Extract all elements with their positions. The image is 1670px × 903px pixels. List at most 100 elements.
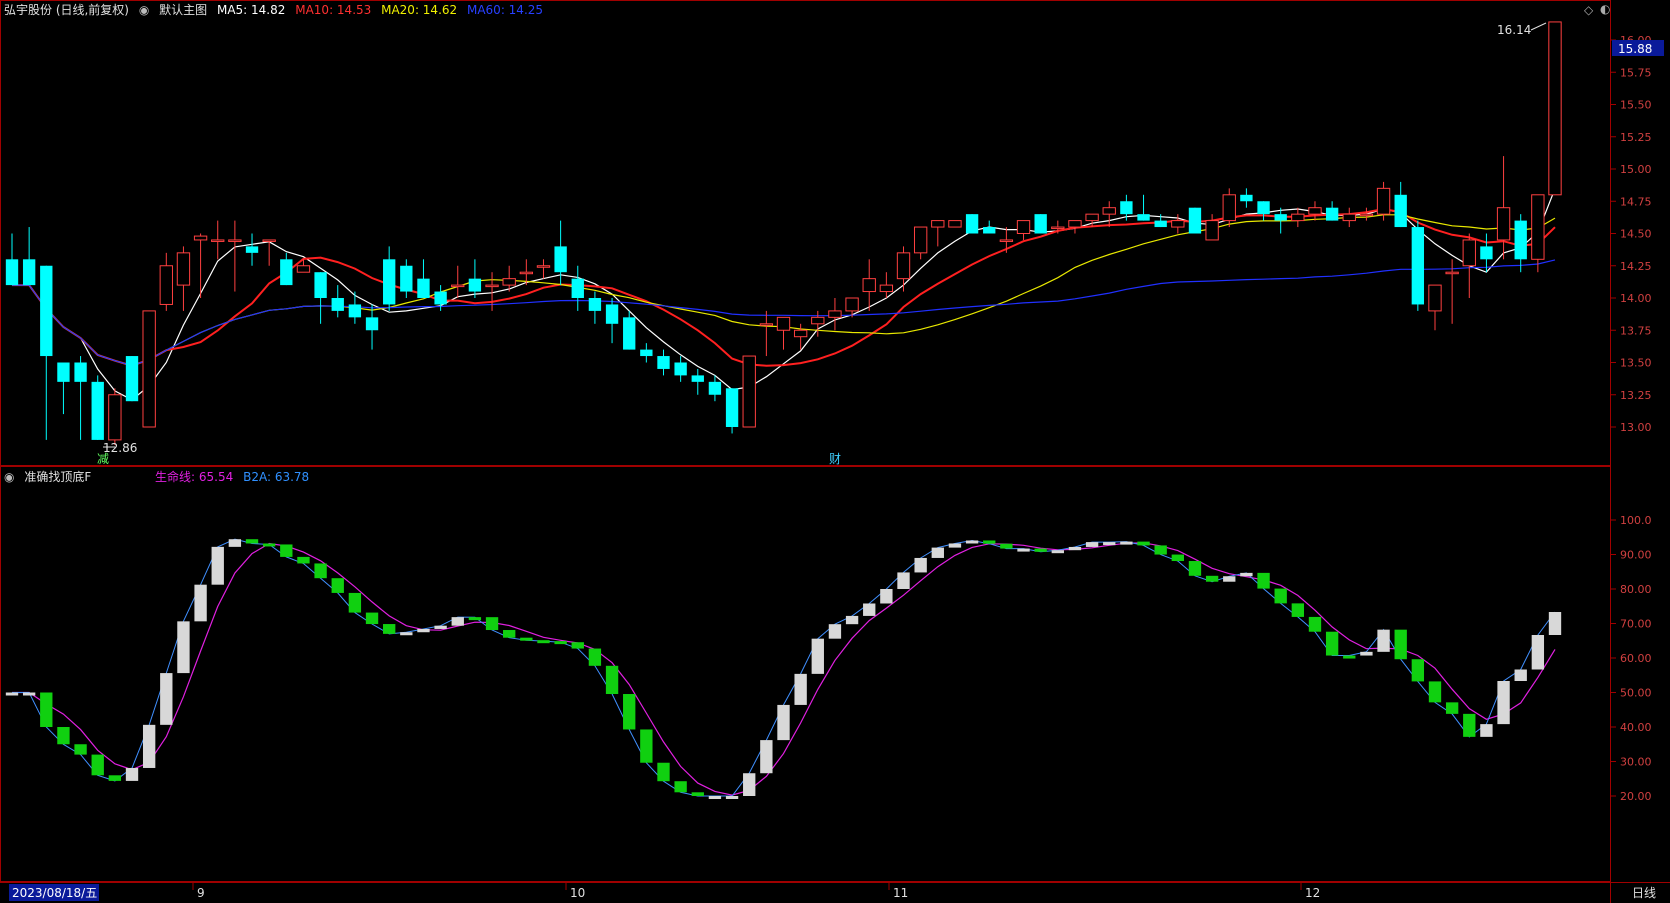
indicator-bar-rising: [914, 557, 927, 573]
life-line: [12, 542, 1556, 796]
period-label[interactable]: 日线: [1632, 886, 1656, 900]
indicator-bar-rising: [1360, 651, 1373, 656]
indicator-bar-falling: [40, 692, 53, 727]
indicator-bar-rising: [760, 740, 773, 774]
candle-body-up: [519, 271, 534, 275]
candle-body-up: [1548, 21, 1562, 196]
candlesticks[interactable]: [5, 21, 1562, 446]
high-price-label: 16.14: [1497, 23, 1531, 37]
indicator-bar-rising: [1017, 548, 1030, 552]
indicator-bar-rising: [142, 724, 156, 768]
indicator-bar-rising: [1120, 541, 1133, 545]
indicator-tick-label: 90.00: [1620, 549, 1652, 562]
indicator-bar-rising: [1377, 629, 1390, 652]
indicator-bar-rising: [743, 773, 756, 796]
candle-body-up: [913, 226, 928, 254]
candle-body-up: [1068, 220, 1082, 228]
indicator-bar-rising: [1480, 724, 1493, 737]
candle-body-up: [1359, 213, 1374, 217]
candle-body-up: [742, 355, 756, 428]
candle-body-down: [1274, 214, 1287, 221]
indicator-bar-falling: [623, 694, 636, 730]
indicator-bar-falling: [468, 617, 482, 621]
indicator-bar-rising: [880, 589, 893, 604]
candle-body-down: [708, 381, 722, 395]
indicator-bar-falling: [314, 563, 327, 579]
candle-body-up: [1496, 207, 1511, 241]
candle-body-down: [657, 356, 670, 369]
indicator-bar-rising: [1103, 542, 1116, 546]
indicator-bar-rising: [1548, 612, 1562, 635]
indicator-bar-falling: [74, 744, 87, 755]
indicator-bar-rising: [863, 603, 876, 616]
candle-body-down: [691, 375, 704, 382]
indicator-tick-label: 80.00: [1620, 583, 1652, 596]
indicator-bar-falling: [503, 630, 516, 638]
indicator-bar-falling: [1205, 575, 1219, 582]
ma5-line: [12, 188, 1556, 401]
candle-body-down: [1325, 207, 1339, 221]
candle-body-down: [125, 356, 139, 402]
candle-body-down: [91, 381, 104, 440]
indicator-bar-rising: [777, 704, 790, 741]
candle-body-down: [331, 298, 344, 311]
candle-body-down: [1240, 194, 1253, 202]
indicator-bar-rising: [211, 546, 224, 585]
main-chart-frame: [0, 0, 1611, 466]
chart-canvas[interactable]: 16.0015.7515.5015.2515.0014.7514.5014.25…: [0, 0, 1670, 903]
candle-body-down: [1137, 214, 1150, 221]
marker-cai[interactable]: 财: [829, 452, 841, 466]
price-tick-label: 15.25: [1620, 131, 1652, 144]
indicator-bar-falling: [1463, 713, 1476, 737]
indicator-bar-rising: [1223, 576, 1236, 582]
candle-body-down: [1257, 201, 1270, 215]
indicator-bar-falling: [1394, 629, 1407, 660]
candle-body-up: [1376, 187, 1391, 215]
candle-body-down: [434, 291, 447, 305]
candle-body-up: [1531, 194, 1545, 260]
candle-body-down: [1034, 214, 1047, 234]
candle-body-up: [211, 239, 225, 242]
price-tick-label: 15.00: [1620, 163, 1652, 176]
candle-body-down: [1411, 227, 1425, 305]
candle-body-down: [1394, 194, 1407, 228]
price-tick-label: 13.00: [1620, 421, 1652, 434]
indicator-bar-falling: [1034, 548, 1047, 552]
candle-body-down: [1120, 201, 1133, 215]
indicator-bar-rising: [828, 624, 842, 639]
candle-body-down: [1154, 220, 1167, 228]
candle-body-up: [811, 316, 825, 325]
indicator-bar-rising: [400, 632, 413, 636]
candle-body-down: [383, 259, 396, 305]
indicator-bar-falling: [983, 540, 996, 544]
candle-body-down: [965, 214, 979, 234]
indicator-bar-rising: [794, 673, 807, 705]
indicator-bar-rising: [1531, 635, 1545, 670]
indicator-bar-rising: [1051, 550, 1064, 554]
price-tick-label: 14.75: [1620, 195, 1652, 208]
month-label: 12: [1305, 886, 1320, 900]
candle-body-up: [1308, 207, 1322, 215]
indicator-bar-rising: [931, 547, 944, 558]
indicator-bar-falling: [485, 617, 499, 631]
indicator-bar-falling: [262, 543, 276, 547]
indicator-tick-label: 40.00: [1620, 721, 1652, 734]
indicator-bar-falling: [674, 781, 687, 793]
candle-body-up: [485, 284, 499, 288]
indicator-bar-falling: [520, 637, 533, 641]
indicator-bar-falling: [1257, 572, 1270, 589]
indicator-bar-rising: [845, 615, 859, 625]
indicator-bar-falling: [297, 556, 310, 564]
indicator-bar-rising: [194, 584, 207, 622]
candle-body-down: [468, 278, 482, 292]
marker-jian[interactable]: 减: [97, 452, 109, 466]
month-label: 10: [570, 886, 585, 900]
indicator-bar-rising: [965, 540, 979, 544]
candle-body-up: [502, 278, 516, 286]
indicator-bar-rising: [1240, 572, 1253, 577]
price-tick-label: 13.75: [1620, 324, 1652, 337]
indicator-bar-falling: [1291, 603, 1305, 617]
indicator-bar-falling: [657, 762, 670, 782]
indicator-bar-rising: [811, 638, 824, 674]
indicator-bar-rising: [1497, 681, 1510, 725]
